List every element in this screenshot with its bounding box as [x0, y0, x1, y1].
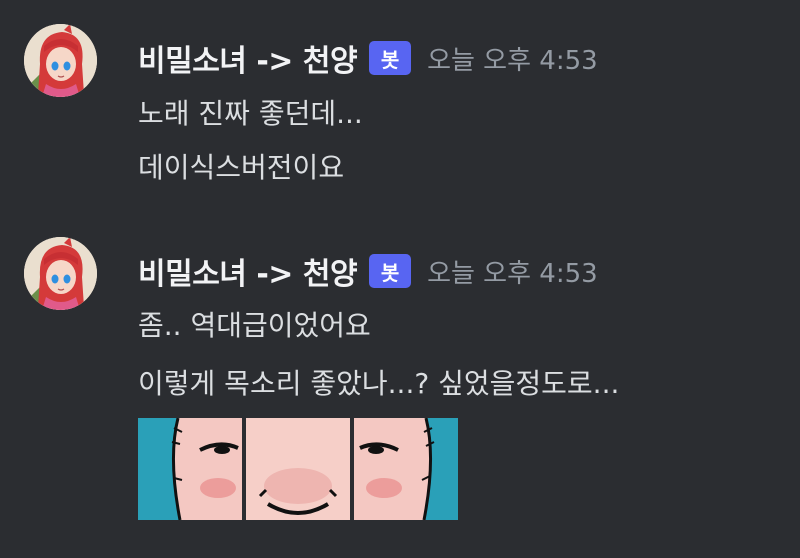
sticker-panel-right — [354, 418, 458, 520]
timestamp: 오늘 오후 4:53 — [427, 258, 598, 289]
message-text: 노래 진짜 좋던데... — [138, 97, 363, 130]
username[interactable]: 비밀소녀 -> 천양 — [138, 36, 358, 80]
sticker-panel-left — [138, 418, 242, 520]
avatar[interactable] — [24, 24, 97, 97]
message-text: 데이식스버전이요 — [138, 151, 345, 184]
avatar[interactable] — [24, 237, 97, 310]
timestamp: 오늘 오후 4:53 — [427, 45, 598, 76]
message-header: 비밀소녀 -> 천양 봇 오늘 오후 4:53 — [138, 36, 598, 80]
bot-badge: 봇 — [369, 254, 412, 288]
bot-badge: 봇 — [369, 41, 412, 75]
message-text: 이렇게 목소리 좋았나...? 싶었을정도로... — [138, 367, 620, 400]
message-text: 좀.. 역대급이었어요 — [138, 309, 371, 342]
username[interactable]: 비밀소녀 -> 천양 — [138, 249, 358, 293]
message-header: 비밀소녀 -> 천양 봇 오늘 오후 4:53 — [138, 249, 598, 293]
sticker-image[interactable] — [138, 418, 458, 520]
sticker-panel-center — [246, 418, 350, 520]
